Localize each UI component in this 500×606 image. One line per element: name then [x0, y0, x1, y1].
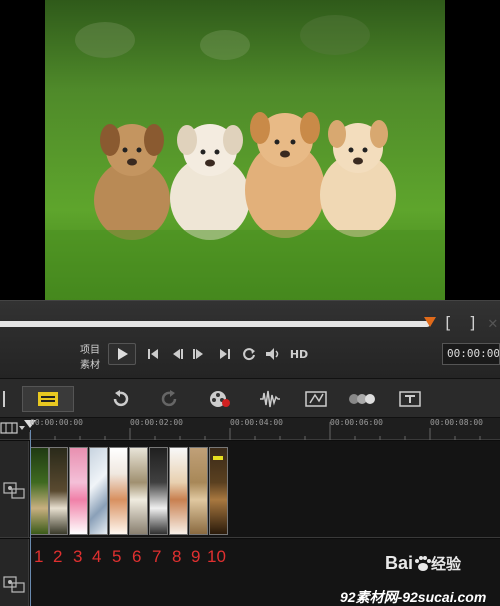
playback-scrubber[interactable]	[0, 321, 430, 327]
clip-thumbnail[interactable]	[129, 447, 148, 535]
clip-number-annotation: 4	[92, 547, 102, 566]
previous-frame-button[interactable]	[168, 343, 186, 365]
timeline-ruler[interactable]: 00:00:00:00 00:00:02:00 00:00:04:00 00:0…	[0, 418, 500, 440]
baidu-jingyan-text: 经验	[431, 556, 462, 573]
baidu-logo-text: Bai	[385, 553, 414, 573]
scrubber-handle[interactable]	[424, 317, 436, 327]
clip-thumbnail[interactable]	[109, 447, 128, 535]
preview-image-puppies	[45, 0, 445, 300]
clip-thumbnail[interactable]	[30, 447, 49, 535]
undo-icon	[113, 390, 129, 407]
skip-end-icon	[220, 349, 230, 359]
step-back-icon	[173, 349, 183, 359]
clip-thumbnail[interactable]	[49, 447, 68, 535]
ruler-tick-label: 00:00:06:00	[330, 418, 383, 427]
timecode-display[interactable]: 00:00:00	[442, 343, 500, 365]
storyboard-view-button[interactable]	[22, 386, 74, 412]
overlay-track-icon	[3, 576, 25, 593]
ruler-tick-label: 00:00:08:00	[430, 418, 483, 427]
skip-start-icon	[148, 349, 158, 359]
overlay-track-header[interactable]	[0, 539, 29, 606]
clip-thumbnail[interactable]	[149, 447, 168, 535]
mode-clip-label[interactable]: 素材	[80, 356, 100, 371]
volume-button[interactable]	[264, 343, 282, 365]
close-icon[interactable]: ✕	[488, 313, 498, 332]
video-track-header[interactable]	[0, 441, 29, 537]
clip-number-annotation: 8	[172, 547, 182, 566]
preview-panel	[0, 0, 500, 300]
speaker-icon	[266, 348, 279, 360]
overlay-track[interactable]: 1 2 3 4 5 6 7 8 9 10 Bai 经验 92素材网-92suca…	[0, 539, 500, 606]
timeline-toolbar	[0, 378, 500, 418]
clip-thumbnail[interactable]	[89, 447, 108, 535]
playhead-line[interactable]	[30, 430, 31, 606]
ruler-tick-label: 00:00:00:00	[30, 418, 83, 427]
mode-project-label[interactable]: 项目	[80, 341, 100, 356]
repeat-button[interactable]	[240, 343, 258, 365]
ruler-tick-label: 00:00:02:00	[130, 418, 183, 427]
music-score-icon	[305, 391, 327, 407]
clip-number-annotation: 5	[112, 547, 122, 566]
mark-out-button[interactable]: ]	[468, 313, 478, 332]
step-forward-icon	[193, 349, 203, 359]
site-watermark: 92素材网-92sucai.com	[340, 589, 487, 605]
clip-thumbnail[interactable]	[209, 447, 228, 535]
clip-number-annotation: 2	[53, 547, 63, 566]
title-text-icon	[399, 391, 421, 407]
clip-number-annotation: 9	[191, 547, 201, 566]
mark-in-button[interactable]: [	[443, 313, 453, 332]
play-button[interactable]	[108, 343, 136, 365]
next-frame-button[interactable]	[190, 343, 208, 365]
storyboard-icon	[38, 392, 58, 406]
paw-icon	[415, 555, 432, 571]
hd-toggle-button[interactable]: HD	[288, 343, 310, 365]
undo-button[interactable]	[106, 387, 134, 411]
clip-thumbnail[interactable]	[69, 447, 88, 535]
audio-waveform-icon	[260, 390, 280, 408]
auto-music-button[interactable]	[302, 387, 330, 411]
clip-thumbnail[interactable]	[169, 447, 188, 535]
clip-number-annotation: 1	[34, 547, 44, 566]
repeat-icon	[243, 348, 255, 361]
audio-mixer-button[interactable]	[256, 387, 284, 411]
record-capture-button[interactable]	[206, 387, 234, 411]
go-to-end-button[interactable]	[216, 343, 234, 365]
clip-number-annotation: 7	[152, 547, 162, 566]
film-reel-icon	[210, 391, 230, 407]
go-to-start-button[interactable]	[144, 343, 162, 365]
player-controls: [ ] ✕ 项目 素材 HD 00:00:00	[0, 300, 500, 378]
clip-number-annotation: 10	[207, 547, 226, 566]
track-view-toggle[interactable]	[0, 420, 26, 434]
redo-button[interactable]	[156, 387, 184, 411]
clip-number-annotation: 3	[73, 547, 83, 566]
film-strip-icon	[0, 422, 25, 434]
play-icon	[118, 348, 128, 360]
video-track-icon	[3, 482, 25, 499]
clip-number-annotation: 6	[132, 547, 142, 566]
motion-track-icon	[349, 394, 375, 404]
video-track[interactable]	[0, 441, 500, 538]
baidu-watermark: Bai 经验	[385, 553, 461, 574]
clip-label-marker	[213, 456, 223, 460]
motion-tracking-button[interactable]	[346, 387, 378, 411]
clip-thumbnail[interactable]	[189, 447, 208, 535]
subtitle-editor-button[interactable]	[396, 387, 424, 411]
ruler-tick-label: 00:00:04:00	[230, 418, 283, 427]
toolbar-edge	[0, 387, 8, 411]
redo-icon	[161, 390, 177, 407]
